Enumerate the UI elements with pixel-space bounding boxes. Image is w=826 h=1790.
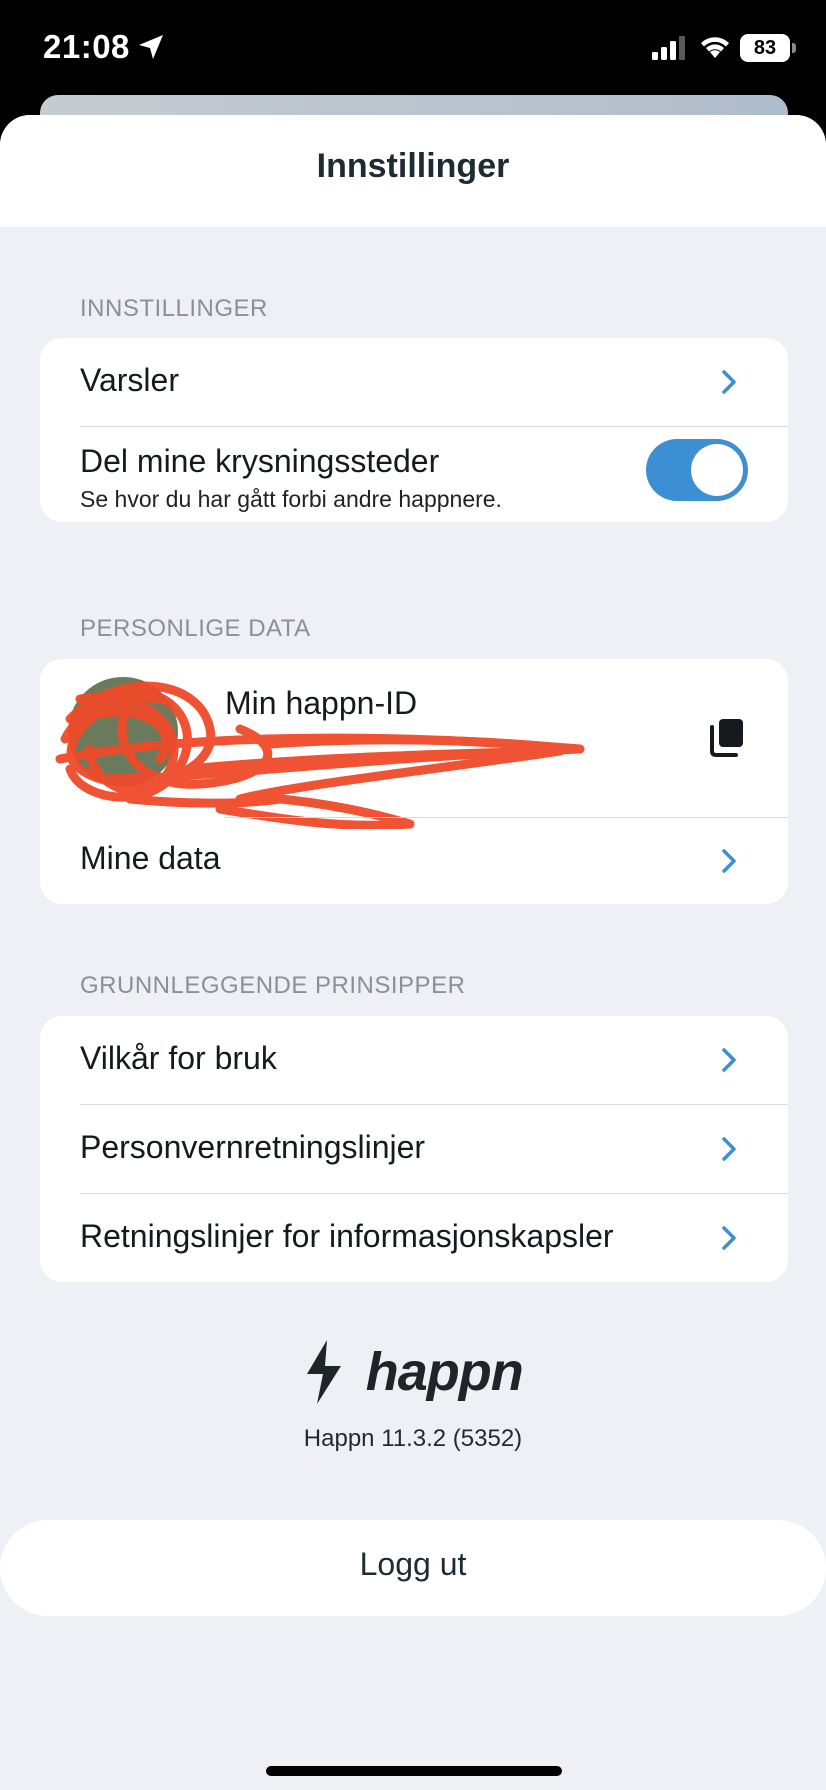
sheet-header: Innstillinger [0, 115, 826, 227]
chevron-right-icon [722, 370, 736, 394]
row-cookies[interactable]: Retningslinjer for informasjonskapsler [40, 1194, 788, 1282]
notifications-label: Varsler [80, 362, 179, 398]
terms-label: Vilkår for bruk [80, 1040, 277, 1076]
crossings-title: Del mine krysningssteder [80, 443, 440, 479]
principles-card: Vilkår for bruk Personvernretningslinjer… [40, 1016, 788, 1282]
row-share-crossings: Del mine krysningssteder Se hvor du har … [40, 427, 788, 522]
happn-id-title: Min happn-ID [225, 685, 418, 721]
app-version: Happn 11.3.2 (5352) [303, 1425, 523, 1452]
status-bar: 21:08 83 [0, 0, 826, 100]
chevron-right-icon [722, 1048, 736, 1072]
row-notifications[interactable]: Varsler [40, 338, 788, 426]
privacy-label: Personvernretningslinjer [80, 1129, 426, 1165]
settings-card: Varsler Del mine krysningssteder Se hvor… [40, 338, 788, 522]
crossings-subtitle: Se hvor du har gått forbi andre happnere… [80, 486, 502, 512]
my-data-label: Mine data [80, 840, 221, 876]
lightning-bolt-icon [307, 1340, 342, 1404]
page-title: Innstillinger [316, 147, 510, 185]
battery-level: 83 [740, 34, 790, 62]
cellular-signal-icon [652, 36, 685, 60]
row-terms[interactable]: Vilkår for bruk [40, 1016, 788, 1104]
row-happn-id: Min happn-ID [40, 659, 788, 829]
chevron-right-icon [722, 1137, 736, 1161]
row-privacy[interactable]: Personvernretningslinjer [40, 1105, 788, 1193]
happn-logo: happn [0, 1340, 826, 1404]
avatar [68, 677, 178, 787]
section-label-principles: GRUNNLEGGENDE PRINSIPPER [80, 972, 466, 999]
status-time: 21:08 [43, 28, 130, 65]
home-indicator [266, 1766, 562, 1776]
cookies-label: Retningslinjer for informasjonskapsler [80, 1218, 614, 1254]
battery-indicator: 83 [740, 34, 796, 62]
chevron-right-icon [722, 1226, 736, 1250]
section-label-settings: INNSTILLINGER [80, 295, 268, 322]
row-my-data[interactable]: Mine data [40, 818, 788, 904]
brand-wordmark: happn [365, 1342, 524, 1402]
crossings-toggle[interactable] [646, 439, 748, 501]
logout-label: Logg ut [359, 1546, 467, 1582]
location-arrow-icon [139, 35, 163, 59]
personal-data-card: Min happn-ID Mine data [40, 659, 788, 904]
copy-icon[interactable] [708, 717, 746, 757]
wifi-icon [701, 37, 729, 58]
toggle-knob [691, 444, 743, 496]
chevron-right-icon [722, 849, 736, 873]
section-label-personal: PERSONLIGE DATA [80, 615, 311, 642]
battery-tip [792, 43, 796, 53]
settings-sheet: Innstillinger INNSTILLINGER Varsler Del … [0, 115, 826, 1790]
logout-button[interactable]: Logg ut [0, 1520, 826, 1616]
